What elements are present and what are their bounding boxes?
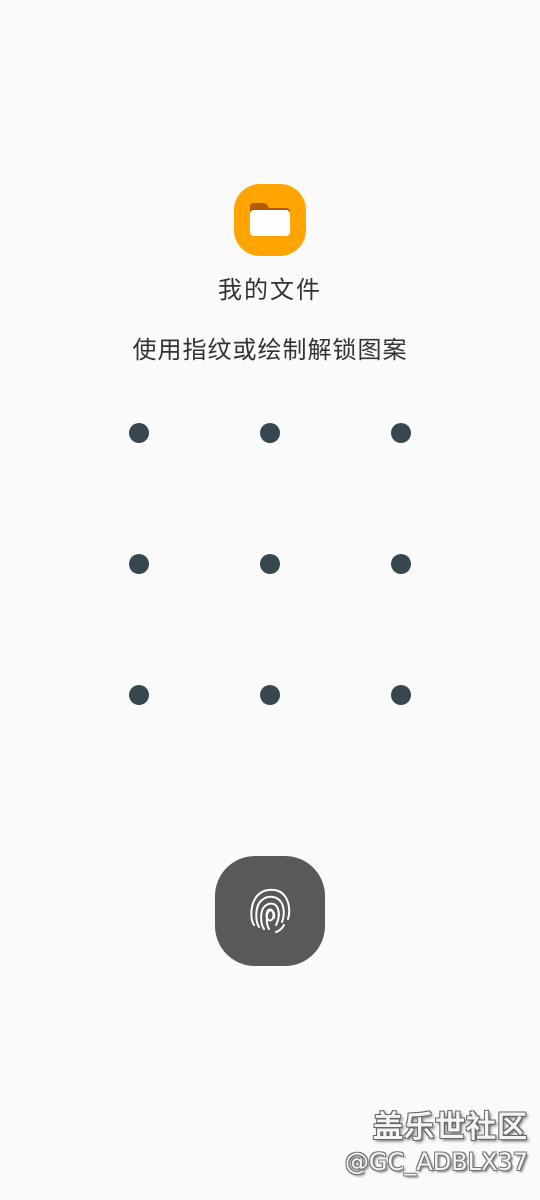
watermark-handle: @GC_ADBLX37 — [344, 1148, 528, 1176]
pattern-dot-9[interactable] — [391, 685, 411, 705]
pattern-lock-grid[interactable] — [74, 368, 466, 760]
pattern-dot-3[interactable] — [391, 423, 411, 443]
pattern-dot-5[interactable] — [260, 554, 280, 574]
pattern-dot-6[interactable] — [391, 554, 411, 574]
pattern-dot-7[interactable] — [129, 685, 149, 705]
pattern-dot-8[interactable] — [260, 685, 280, 705]
pattern-dot-1[interactable] — [129, 423, 149, 443]
pattern-dot-2[interactable] — [260, 423, 280, 443]
watermark-title: 盖乐世社区 — [373, 1110, 528, 1145]
fingerprint-icon — [250, 888, 291, 933]
pattern-dot-4[interactable] — [129, 554, 149, 574]
folder-icon — [250, 203, 290, 236]
fingerprint-unlock-button[interactable] — [215, 856, 325, 966]
unlock-instruction: 使用指纹或绘制解锁图案 — [132, 336, 408, 364]
my-files-app-icon — [234, 184, 306, 256]
app-title: 我的文件 — [218, 276, 322, 304]
